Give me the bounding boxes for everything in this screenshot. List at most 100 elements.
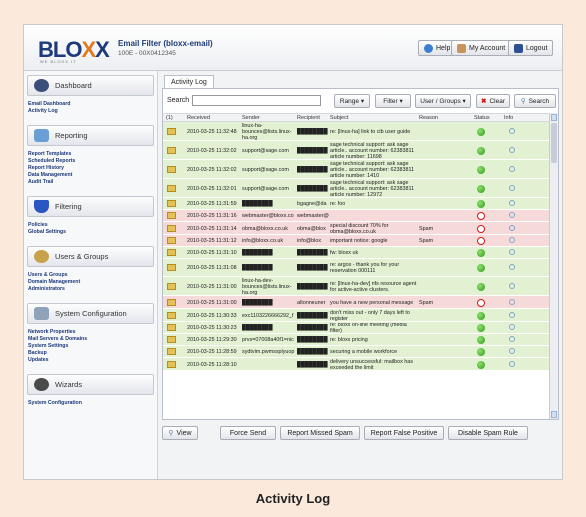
sidebar-link-system-settings[interactable]: System Settings — [28, 343, 157, 350]
sidebar-link-updates[interactable]: Updates — [28, 357, 157, 364]
sidebar-section-system-configuration[interactable]: System Configuration — [27, 303, 154, 324]
col-subject[interactable]: Subject — [330, 115, 348, 121]
close-icon: ✖ — [481, 98, 487, 105]
info-magnifier-icon[interactable] — [509, 237, 515, 243]
info-magnifier-icon[interactable] — [509, 299, 515, 305]
sidebar-section-users-groups[interactable]: Users & Groups — [27, 246, 154, 267]
table-row[interactable]: 2010-03-25 11:28:59 sydtvim.pwmssplyuop ██… — [163, 346, 549, 358]
sidebar-link-scheduled-reports[interactable]: Scheduled Reports — [28, 158, 157, 165]
sidebar-link-network-properties[interactable]: Network Properties — [28, 329, 157, 336]
table-row[interactable]: 2010-03-25 11:32:02 support@sage.com █████… — [163, 160, 549, 179]
info-magnifier-icon[interactable] — [509, 361, 515, 367]
info-magnifier-icon[interactable] — [509, 249, 515, 255]
table-row[interactable]: 2010-03-25 11:32:01 support@sage.com █████… — [163, 179, 549, 198]
view-button[interactable]: ⚲ View — [162, 426, 198, 440]
table-row[interactable]: 2010-03-25 11:31:10 ████████ ████████ fw: b… — [163, 247, 549, 259]
cell-received: 2010-03-25 11:32:01 — [187, 185, 237, 192]
sidebar-link-mail-servers-domains[interactable]: Mail Servers & Domains — [28, 336, 157, 343]
report-missed-spam-button[interactable]: Report Missed Spam — [280, 426, 360, 440]
info-magnifier-icon[interactable] — [509, 264, 515, 270]
cell-received: 2010-03-25 11:31:59 — [187, 201, 237, 207]
table-row[interactable]: 2010-03-25 11:30:23 ████████ ████████ re: b… — [163, 322, 549, 334]
table-row[interactable]: 2010-03-25 11:31:08 ████████ ████████ re: a… — [163, 259, 549, 277]
sidebar-link-domain-management[interactable]: Domain Management — [28, 279, 157, 286]
info-magnifier-icon[interactable] — [509, 324, 515, 330]
sidebar-link-backup[interactable]: Backup — [28, 350, 157, 357]
info-magnifier-icon[interactable] — [509, 283, 515, 289]
sidebar-link-audit-trail[interactable]: Audit Trail — [28, 179, 157, 186]
cell-reason — [419, 347, 459, 357]
col-sender[interactable]: Sender — [242, 115, 260, 121]
col-reason[interactable]: Reason — [419, 115, 438, 121]
sidebar-link-report-history[interactable]: Report History — [28, 165, 157, 172]
search-button[interactable]: ⚲ Search — [514, 94, 556, 108]
table-row[interactable]: 2010-03-25 11:31:16 webmaster@bloxx.co web… — [163, 210, 549, 222]
table-row[interactable]: 2010-03-25 11:31:00 ████████ altonneuner yo… — [163, 296, 549, 309]
sidebar-link-report-templates[interactable]: Report Templates — [28, 151, 157, 158]
scroll-up-arrow[interactable] — [551, 114, 557, 121]
table-row[interactable]: 2010-03-25 11:30:33 exc1103226666292_f ███… — [163, 309, 549, 322]
info-magnifier-icon[interactable] — [509, 147, 515, 153]
info-magnifier-icon[interactable] — [509, 200, 515, 206]
filter-dropdown[interactable]: Filter ▾ — [375, 94, 411, 108]
info-magnifier-icon[interactable] — [509, 348, 515, 354]
my-account-button[interactable]: My Account — [451, 40, 512, 56]
cell-recipient: ████████ — [297, 312, 328, 319]
table-row[interactable]: 2010-03-25 11:28:10 ████████ delivery unsu… — [163, 358, 549, 371]
info-magnifier-icon[interactable] — [509, 166, 515, 172]
disable-spam-rule-button[interactable]: Disable Spam Rule — [448, 426, 528, 440]
sidebar-link-system-configuration-wizard[interactable]: System Configuration — [28, 400, 157, 407]
sidebar-section-reporting[interactable]: Reporting — [27, 125, 154, 146]
table-row[interactable]: 2010-03-25 11:32:48 linux-ha-bounces@list… — [163, 122, 549, 141]
info-magnifier-icon[interactable] — [509, 128, 515, 134]
search-input[interactable] — [192, 95, 321, 106]
cell-sender: linux-ha-bounces@lists.linux-ha.org — [242, 123, 292, 140]
cell-sender: obma@bloxx.co.uk — [242, 225, 288, 232]
sidebar-section-dashboard[interactable]: Dashboard — [27, 75, 154, 96]
table-row[interactable]: 2010-03-25 11:31:59 ████████ bgagne@da re: … — [163, 198, 549, 210]
sidebar-section-filtering[interactable]: Filtering — [27, 196, 154, 217]
delivered-status-icon — [477, 264, 485, 272]
table-row[interactable]: 2010-03-25 11:32:02 support@sage.com █████… — [163, 141, 549, 160]
wizard-icon — [34, 378, 49, 391]
scroll-thumb[interactable] — [551, 123, 557, 163]
col-received[interactable]: Received — [187, 115, 210, 121]
logout-button[interactable]: Logout — [508, 40, 554, 56]
table-row[interactable]: 2010-03-25 11:31:14 obma@bloxx.co.uk obma@… — [163, 222, 549, 235]
force-send-button[interactable]: Force Send — [220, 426, 276, 440]
cell-sender: webmaster@bloxx.co — [242, 213, 294, 219]
col-select[interactable]: (1) — [166, 115, 173, 121]
sidebar-link-global-settings[interactable]: Global Settings — [28, 229, 157, 236]
delivered-status-icon — [477, 336, 485, 344]
sidebar-link-policies[interactable]: Policies — [28, 222, 157, 229]
table-row[interactable]: 2010-03-25 11:31:12 info@bloxx.co.uk info@… — [163, 235, 549, 247]
range-dropdown[interactable]: Range ▾ — [334, 94, 370, 108]
report-false-positive-button[interactable]: Report False Positive — [364, 426, 444, 440]
table-row[interactable]: 2010-03-25 11:31:00 linux-ha-dev-bounces@… — [163, 277, 549, 296]
cell-recipient: ████████ — [297, 147, 328, 154]
col-info[interactable]: Info — [504, 115, 513, 121]
user-groups-dropdown[interactable]: User / Groups ▾ — [415, 94, 471, 108]
sidebar-link-administrators[interactable]: Administrators — [28, 286, 157, 293]
sidebar-link-email-dashboard[interactable]: Email Dashboard — [28, 101, 157, 108]
sidebar-link-users-groups[interactable]: Users & Groups — [28, 272, 157, 279]
info-magnifier-icon[interactable] — [509, 225, 515, 231]
cell-subject — [330, 211, 418, 221]
sidebar-section-wizards[interactable]: Wizards — [27, 374, 154, 395]
cell-reason — [419, 335, 459, 345]
info-magnifier-icon[interactable] — [509, 185, 515, 191]
sidebar-link-activity-log[interactable]: Activity Log — [28, 108, 157, 115]
info-magnifier-icon[interactable] — [509, 312, 515, 318]
clear-button[interactable]: ✖ Clear — [476, 94, 510, 108]
info-magnifier-icon[interactable] — [509, 336, 515, 342]
cell-recipient: ████████ — [297, 325, 328, 331]
table-row[interactable]: 2010-03-25 11:29:30 prvs=07008a40f1=nic ██… — [163, 334, 549, 346]
table-scrollbar[interactable] — [549, 113, 558, 419]
col-status[interactable]: Status — [474, 115, 490, 121]
sidebar-link-data-management[interactable]: Data Management — [28, 172, 157, 179]
col-recipient[interactable]: Recipient — [297, 115, 320, 121]
scroll-down-arrow[interactable] — [551, 411, 557, 418]
info-magnifier-icon[interactable] — [509, 212, 515, 218]
tab-activity-log[interactable]: Activity Log — [164, 75, 214, 88]
envelope-icon — [167, 312, 176, 319]
